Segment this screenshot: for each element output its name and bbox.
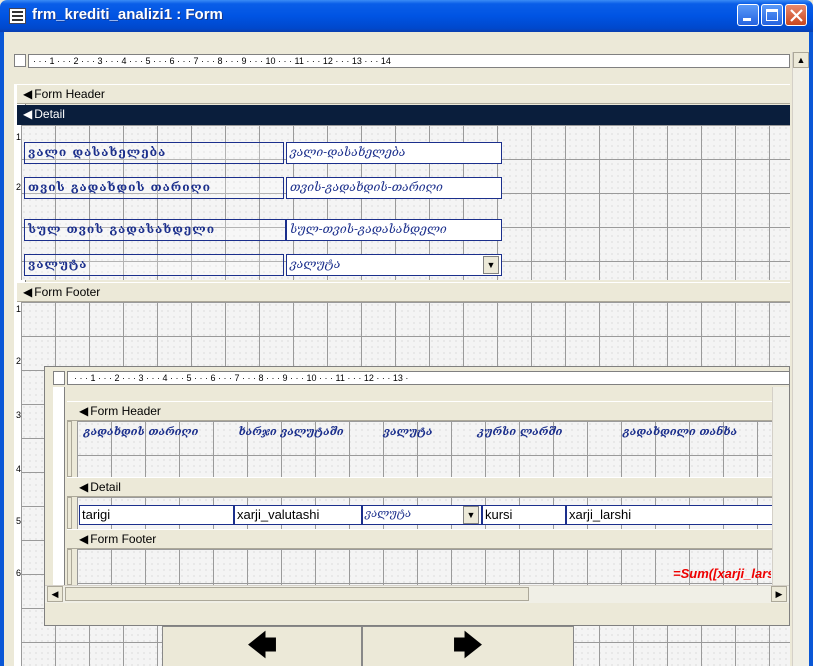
- design-surface: · · · 1 · · · 2 · · · 3 · · · 4 · · · 5 …: [4, 32, 809, 666]
- subform-vertical-scrollbar[interactable]: [772, 387, 789, 585]
- subform-detail-bar[interactable]: ◀ Detail: [67, 477, 789, 497]
- subform-ruler[interactable]: · · · 1 · · · 2 · · · 3 · · · 4 · · · 5 …: [67, 371, 789, 385]
- scroll-left-button[interactable]: ◀: [47, 586, 63, 602]
- form-icon: [9, 8, 26, 24]
- section-arrow-icon: ◀: [23, 285, 33, 299]
- maximize-button[interactable]: [761, 4, 783, 26]
- subform-header-bar[interactable]: ◀ Form Header: [67, 401, 789, 421]
- field-xarji-larshi[interactable]: xarji_larshi: [566, 505, 780, 525]
- subform-selector[interactable]: [53, 371, 65, 385]
- section-arrow-icon: ◀: [79, 532, 89, 546]
- header-xarji-larshi[interactable]: გადახდილი თანხა: [565, 425, 789, 439]
- subform-control[interactable]: · · · 1 · · · 2 · · · 3 · · · 4 · · · 5 …: [44, 366, 790, 626]
- close-icon: [790, 9, 803, 22]
- window-frame-right: [809, 32, 813, 666]
- textbox-tvis-gadaxdis-tarigi[interactable]: თვის-გადახდის-თარიღი: [286, 177, 502, 199]
- form-footer-bar[interactable]: ◀ Form Footer: [17, 282, 790, 302]
- window-title: frm_krediti_analizi1 : Form: [32, 6, 223, 23]
- field-xarji-valutashi[interactable]: xarji_valutashi: [234, 505, 362, 525]
- subform-footer-bar[interactable]: ◀ Form Footer: [67, 529, 789, 549]
- header-valuta[interactable]: ვალუტა: [363, 425, 453, 439]
- header-xarji-valutashi[interactable]: ხარჯი ვალუტაში: [231, 425, 351, 439]
- scroll-thumb[interactable]: [65, 587, 529, 601]
- detail-bar[interactable]: ◀ Detail: [17, 105, 790, 125]
- subform-footer-selector[interactable]: [67, 549, 72, 585]
- field-valuta-dropdown[interactable]: ▼: [463, 506, 479, 524]
- combo-dropdown-button[interactable]: ▼: [483, 256, 499, 274]
- label-vali-dasaxeleba[interactable]: ვალი დასახელება: [24, 142, 284, 164]
- subform-detail-selector[interactable]: [67, 497, 72, 529]
- scroll-up-button[interactable]: ▲: [793, 52, 809, 68]
- subform-vertical-ruler[interactable]: [53, 387, 65, 585]
- header-kursi[interactable]: კურსი ლარში: [475, 425, 565, 439]
- field-kursi[interactable]: kursi: [482, 505, 566, 525]
- section-arrow-icon: ◀: [79, 480, 89, 494]
- textbox-vali-dasaxeleba[interactable]: ვალი-დასახელება: [286, 142, 502, 164]
- chevron-down-icon: ▼: [466, 510, 476, 520]
- horizontal-ruler[interactable]: · · · 1 · · · 2 · · · 3 · · · 4 · · · 5 …: [28, 54, 790, 68]
- form-header-bar[interactable]: ◀ Form Header: [17, 84, 790, 104]
- textbox-sul-tvis-gadasaxdeli[interactable]: სულ-თვის-გადასახდელი: [286, 219, 502, 241]
- sum-textbox[interactable]: =Sum([xarji_larshi]): [673, 567, 771, 585]
- title-bar[interactable]: frm_krediti_analizi1 : Form: [0, 0, 813, 32]
- previous-button[interactable]: 🡄: [162, 626, 362, 666]
- label-tvis-gadaxdis-tarigi[interactable]: თვის გადახდის თარიღი: [24, 177, 284, 199]
- section-arrow-icon: ◀: [23, 87, 33, 101]
- next-button[interactable]: 🡆: [362, 626, 574, 666]
- combo-valuta[interactable]: ვალუტა: [286, 254, 502, 276]
- form-selector[interactable]: [14, 54, 26, 67]
- scroll-right-button[interactable]: ▶: [771, 586, 787, 602]
- arrow-left-icon: 🡄: [246, 629, 278, 662]
- field-tarigi[interactable]: tarigi: [79, 505, 234, 525]
- label-sul-tvis-gadasaxdeli[interactable]: სულ თვის გადასახდელი: [24, 219, 286, 241]
- close-button[interactable]: [785, 4, 807, 26]
- section-arrow-icon: ◀: [23, 107, 33, 121]
- subform-header-selector[interactable]: [67, 421, 72, 477]
- minimize-button[interactable]: [737, 4, 759, 26]
- section-arrow-icon: ◀: [79, 404, 89, 418]
- subform-horizontal-scrollbar[interactable]: ◀ ▶: [45, 585, 789, 603]
- arrow-right-icon: 🡆: [452, 629, 484, 662]
- header-tarigi[interactable]: გადახდის თარიღი: [81, 425, 201, 439]
- form-window: frm_krediti_analizi1 : Form · · · 1 · · …: [0, 0, 813, 666]
- chevron-down-icon: ▼: [486, 260, 496, 270]
- label-valuta[interactable]: ვალუტა: [24, 254, 284, 276]
- main-vertical-scrollbar[interactable]: ▲: [792, 52, 809, 666]
